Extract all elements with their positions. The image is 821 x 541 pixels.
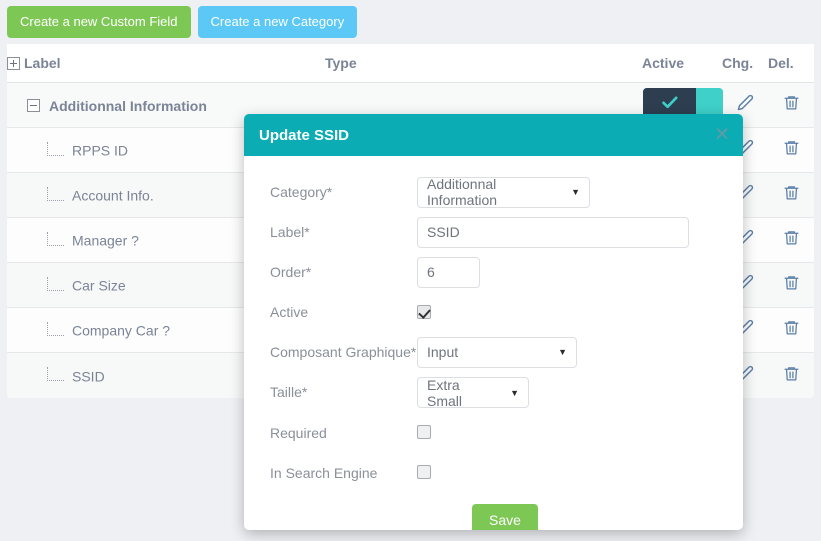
category-delete-cell [768, 82, 814, 129]
row-label: Company Car ? [72, 322, 171, 339]
trash-icon[interactable] [783, 365, 800, 382]
toolbar: Create a new Custom Field Create a new C… [7, 6, 358, 38]
row-delete-cell [768, 352, 814, 398]
taille-field-control: Extra Small ▼ [417, 377, 743, 409]
category-name: Additionnal Information [49, 97, 207, 114]
composant-select[interactable]: Input ▼ [417, 336, 577, 368]
field-taille: Taille* Extra Small ▼ [244, 377, 743, 409]
tree-connector-icon [47, 367, 64, 382]
field-composant: Composant Graphique* Input ▼ [244, 336, 743, 368]
row-label: Account Info. [72, 187, 154, 204]
modal-title: Update SSID [259, 126, 350, 144]
create-custom-field-button[interactable]: Create a new Custom Field [7, 6, 191, 38]
chevron-down-icon: ▼ [558, 347, 567, 357]
taille-select-value: Extra Small [427, 376, 463, 409]
search-engine-field-label: In Search Engine [270, 464, 378, 481]
active-field-label: Active [270, 304, 309, 320]
tree-connector-icon [47, 187, 64, 202]
update-field-modal: Update SSID ✕ Category* Additionnal Info… [244, 114, 743, 530]
order-field-control [417, 256, 743, 288]
field-required: Required [244, 417, 743, 448]
order-input[interactable] [417, 256, 480, 288]
composant-field-label: Composant Graphique* [270, 344, 417, 360]
trash-icon[interactable] [783, 229, 800, 246]
chevron-down-icon: ▼ [510, 387, 519, 398]
column-header-del: Del. [768, 44, 814, 84]
page-root: Create a new Custom Field Create a new C… [0, 0, 821, 541]
chevron-down-icon: ▼ [571, 187, 580, 197]
taille-field-label: Taille* [270, 384, 308, 401]
column-header-type: Type [325, 44, 642, 84]
required-field-label: Required [270, 424, 327, 441]
column-header-chg: Chg. [722, 44, 768, 84]
active-checkbox[interactable] [417, 304, 431, 319]
category-select-value: Additionnal Information [427, 176, 498, 208]
table-header-row: Label Type Active Chg. Del. [7, 44, 814, 84]
create-category-button[interactable]: Create a new Category [197, 6, 358, 38]
order-field-label: Order* [270, 264, 312, 280]
row-delete-cell [768, 217, 814, 264]
composant-field-control: Input ▼ [417, 336, 743, 368]
row-delete-cell [768, 172, 814, 219]
trash-icon[interactable] [783, 319, 800, 336]
trash-icon[interactable] [783, 274, 800, 291]
row-label: Manager ? [72, 232, 139, 249]
tree-connector-icon [47, 232, 64, 247]
composant-select-value: Input [427, 344, 459, 360]
taille-select[interactable]: Extra Small ▼ [417, 376, 529, 409]
row-label: Car Size [72, 277, 126, 294]
row-label: SSID [72, 367, 105, 384]
trash-icon[interactable] [783, 184, 800, 201]
modal-header: Update SSID ✕ [244, 114, 743, 156]
modal-footer: Save [244, 504, 743, 530]
label-field-control [417, 216, 743, 248]
expand-all-icon[interactable] [7, 56, 20, 70]
column-header-active: Active [642, 44, 722, 84]
row-delete-cell [768, 307, 814, 354]
label-field-label: Label* [270, 224, 310, 240]
row-delete-cell [768, 127, 814, 174]
search-engine-field-control [417, 464, 743, 482]
field-search-engine: In Search Engine [244, 457, 743, 488]
field-order: Order* [244, 256, 743, 288]
check-icon [661, 96, 677, 109]
trash-icon[interactable] [783, 94, 800, 111]
search-engine-checkbox[interactable] [417, 465, 431, 480]
category-select[interactable]: Additionnal Information ▼ [417, 176, 590, 208]
pencil-icon[interactable] [737, 94, 754, 111]
field-label: Label* [244, 216, 743, 248]
tree-connector-icon [47, 277, 64, 292]
column-header-label: Label [7, 44, 325, 84]
row-delete-cell [768, 262, 814, 309]
column-header-label-text: Label [24, 55, 61, 72]
active-field-control [417, 303, 743, 321]
required-checkbox[interactable] [417, 425, 431, 440]
trash-icon[interactable] [783, 139, 800, 156]
required-field-control [417, 424, 743, 442]
modal-body: Category* Additionnal Information ▼ Labe… [244, 156, 743, 530]
category-field-label: Category* [270, 183, 333, 200]
field-active: Active [244, 297, 743, 328]
tree-connector-icon [47, 142, 64, 157]
tree-connector-icon [47, 322, 64, 337]
label-input[interactable] [417, 216, 689, 248]
field-category: Category* Additionnal Information ▼ [244, 176, 743, 208]
close-icon[interactable]: ✕ [714, 126, 730, 145]
row-label: RPPS ID [72, 142, 129, 159]
save-button[interactable]: Save [472, 504, 538, 530]
category-field-control: Additionnal Information ▼ [417, 176, 743, 208]
collapse-category-icon[interactable] [27, 99, 40, 113]
